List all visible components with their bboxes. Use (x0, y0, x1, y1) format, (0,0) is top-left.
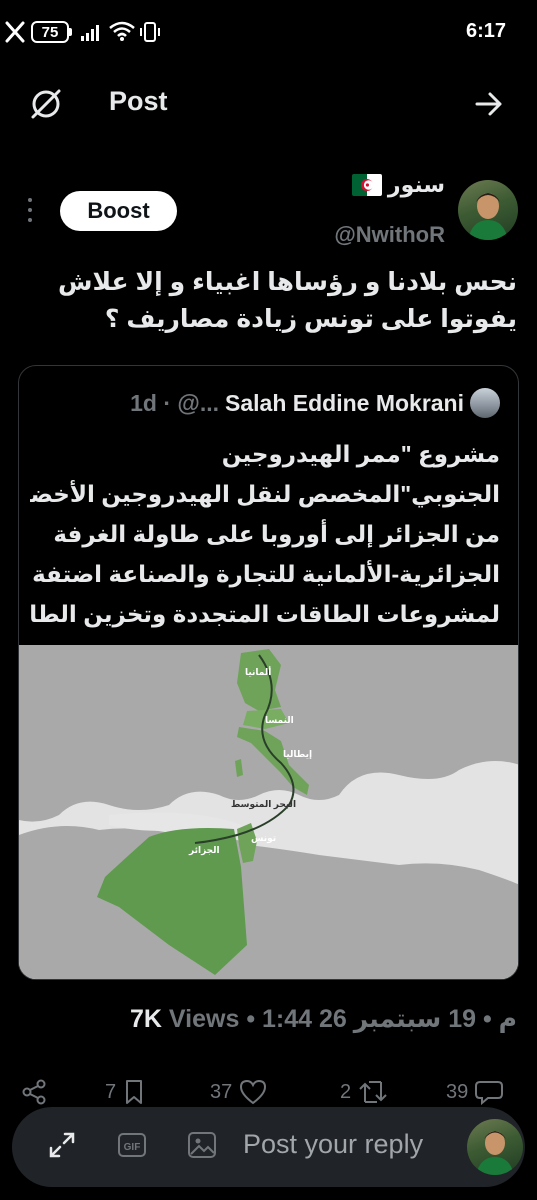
map-label-tunisia: تونس (251, 833, 277, 843)
x-logo-icon (5, 21, 25, 43)
author-avatar[interactable] (458, 180, 518, 240)
like-button[interactable]: 37 (210, 1078, 268, 1106)
map-label-mediterranean: البحر المتوسط (231, 799, 297, 809)
boost-button[interactable]: Boost (60, 191, 177, 231)
hydrogen-corridor-map-image[interactable]: ألمانيا النمسا إيطاليا البحر المتوسط تون… (19, 645, 518, 979)
quoted-author-avatar (470, 388, 500, 418)
image-icon[interactable] (186, 1129, 218, 1161)
post-timestamp: 1:44 م • 19 سبتمبر 26 (262, 1005, 517, 1033)
quoted-post-text: مشروع "ممر الهيدروجين الجنوبي"المخصص لنق… (30, 434, 500, 634)
map-label-germany: ألمانيا (245, 667, 272, 677)
algeria-flag-icon (351, 174, 382, 196)
reply-composer-bar[interactable]: GIF Post your reply (12, 1107, 525, 1187)
battery-tip (69, 28, 72, 36)
post-meta: 7K Views • 1:44 م • 19 سبتمبر 26 (130, 1005, 517, 1033)
svg-text:GIF: GIF (124, 1142, 141, 1153)
reply-button[interactable]: 39 (446, 1078, 504, 1106)
repost-count: 2 (340, 1080, 352, 1103)
bookmark-count: 7 (105, 1080, 117, 1103)
reply-count: 39 (446, 1080, 469, 1103)
map-graphic (19, 645, 518, 979)
repost-button[interactable]: 2 (340, 1078, 389, 1106)
views-count: 7K (130, 1005, 162, 1033)
author-display-name[interactable]: سنور (351, 172, 445, 198)
signal-icon (81, 25, 99, 41)
my-avatar[interactable] (467, 1119, 523, 1175)
clock: 6:17 (465, 20, 506, 42)
quoted-text-line: الجنوبي"المخصص لنقل الهيدروجين الأخضر (30, 481, 500, 507)
share-button[interactable] (20, 1078, 48, 1106)
map-label-algeria: الجزائر (189, 845, 220, 855)
quoted-post-card[interactable]: 1d · @... Salah Eddine Mokrani مشروع "مم… (18, 365, 519, 980)
map-label-austria: النمسا (265, 715, 294, 725)
quoted-author-name: Salah Eddine Mokrani (225, 389, 464, 416)
quoted-post-meta: 1d · @... (130, 389, 219, 416)
tweet-text-line: يفوتوا على تونس زيادة مصاريف ؟ (104, 305, 517, 333)
quoted-text-line: من الجزائر إلى أوروبا على طاولة الغرفة (53, 521, 500, 547)
more-options-icon[interactable] (24, 198, 36, 222)
quoted-text-line: الجزائرية-الألمانية للتجارة والصناعة اضت… (32, 561, 500, 587)
quoted-text-line: مشروع "ممر الهيدروجين (221, 441, 500, 467)
page-title: Post (109, 86, 168, 116)
tweet-text-line: نحس بلادنا و رؤساها اغبياء و إلا علاش (57, 268, 517, 296)
share-icon (22, 1079, 46, 1105)
author-handle[interactable]: @NwithoR (334, 222, 445, 248)
heart-icon (240, 1079, 267, 1105)
views-label: Views (168, 1005, 240, 1033)
quoted-post-header: 1d · @... Salah Eddine Mokrani (130, 388, 500, 418)
vibrate-icon (140, 22, 160, 42)
gif-icon[interactable]: GIF (116, 1129, 148, 1161)
quoted-text-line: لمشروعات الطاقات المتجددة وتخزين الطا... (30, 601, 500, 627)
like-count: 37 (210, 1080, 233, 1103)
reply-bubble-icon (475, 1081, 504, 1106)
no-signal-circle-icon[interactable] (28, 86, 64, 122)
expand-icon[interactable] (46, 1129, 78, 1161)
repost-icon (359, 1081, 387, 1103)
tweet-text: نحس بلادنا و رؤساها اغبياء و إلا علاش يف… (47, 264, 517, 338)
bookmark-button[interactable]: 7 (105, 1078, 146, 1106)
map-label-italy: إيطاليا (283, 749, 313, 759)
arrow-right-icon[interactable] (474, 89, 504, 119)
wifi-icon (109, 21, 135, 41)
status-bar: 75 6:17 (0, 0, 537, 62)
bookmark-icon (126, 1080, 143, 1104)
battery-indicator: 75 (31, 21, 69, 43)
reply-input[interactable]: Post your reply (243, 1129, 423, 1160)
author-name-text: سنور (387, 172, 445, 197)
top-bar: Post (0, 62, 537, 148)
